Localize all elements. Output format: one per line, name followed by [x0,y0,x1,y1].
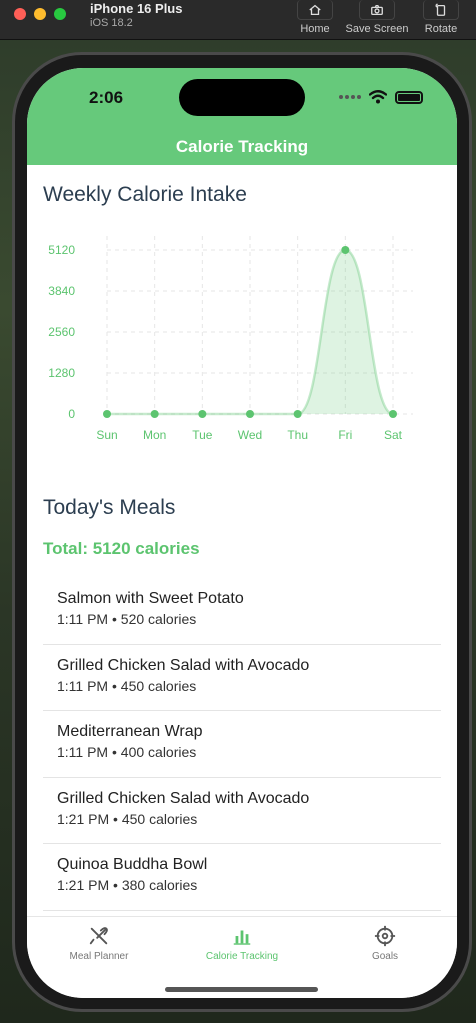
meal-meta: 1:21 PM • 450 calories [57,810,198,827]
tab-meal-planner-label: Meal Planner [69,951,129,962]
meal-list: Salmon with Sweet Potato 1:11 PM • 520 ca… [43,578,441,911]
camera-icon [371,4,383,15]
y-tick-label: 2560 [48,325,75,339]
meal-meta: 1:11 PM • 450 calories [57,677,197,694]
home-button-label: Home [300,23,330,35]
minimize-window-button[interactable] [34,8,46,20]
meal-item[interactable]: Salmon with Sweet Potato 1:11 PM • 520 ca… [43,578,441,645]
crosshair-icon [374,925,396,947]
meal-meta: 1:11 PM • 520 calories [57,611,197,627]
rotate-icon [435,2,446,16]
rotate-button[interactable]: Rotate [408,0,474,35]
device-name: iPhone 16 Plus [90,1,183,16]
zoom-window-button[interactable] [54,8,66,20]
tab-goals-label: Goals [371,951,399,962]
meal-item[interactable]: Grilled Chicken Salad with Avocado 1:11 P… [43,645,441,712]
simulator-toolbar: iPhone 16 Plus iOS 18.2 Home Save Screen… [0,0,476,40]
weekly-intake-title: Weekly Calorie Intake [43,183,247,206]
meal-name: Quinoa Buddha Bowl [57,856,208,874]
close-window-button[interactable] [14,8,26,20]
x-tick-label: Fri [338,428,352,442]
meal-item[interactable]: Grilled Chicken Salad with Avocado 1:21 P… [43,778,441,845]
app-header: 2:06 Calorie Tracking [27,68,457,165]
meal-name: Grilled Chicken Salad with Avocado [57,789,310,807]
x-tick-label: Tue [192,428,213,442]
dynamic-island [179,79,305,116]
x-tick-label: Mon [143,428,166,442]
data-point-fri [341,246,350,254]
signal-dots-icon [339,95,361,99]
tab-calorie-tracking[interactable]: Calorie Tracking [182,925,302,962]
save-screen-button[interactable]: Save Screen [344,0,410,35]
x-tick-label: Thu [287,428,308,442]
meal-item[interactable]: Mediterranean Wrap 1:11 PM • 400 calories [43,711,441,778]
data-point-mon [150,410,159,418]
meal-name: Salmon with Sweet Potato [57,590,244,607]
y-tick-label: 3840 [48,284,75,298]
meal-item[interactable]: Quinoa Buddha Bowl 1:21 PM • 380 calories [43,844,441,911]
home-indicator[interactable] [165,987,318,992]
x-tick-label: Sat [384,428,403,442]
y-tick-label: 0 [68,407,75,421]
meal-name: Grilled Chicken Salad with Avocado [57,656,310,674]
tab-goals[interactable]: Goals [325,925,445,962]
tab-bar: Meal Planner Calorie Tracking Goals [27,916,457,998]
tab-calorie-tracking-label: Calorie Tracking [205,951,279,962]
data-point-wed [246,410,254,418]
x-tick-label: Sun [96,428,117,442]
x-tick-label: Wed [238,428,262,442]
wifi-icon [369,90,387,104]
utensils-icon [89,927,108,945]
todays-meals-title: Today's Meals [43,496,176,519]
window-controls [14,8,66,20]
home-icon [309,4,321,15]
rotate-button-label: Rotate [424,23,458,35]
home-button[interactable]: Home [282,0,348,35]
data-point-tue [198,410,207,418]
weekly-chart-svg: 0 1280 2560 3840 5120 Sun Mon Tue Wed Thu Fri Sat [48,236,413,442]
simulator-title: iPhone 16 Plus iOS 18.2 [90,1,182,29]
data-point-sat [389,410,397,418]
data-point-thu [293,410,302,418]
status-icons [339,90,423,104]
os-version: iOS 18.2 [90,17,133,29]
battery-icon [395,90,423,104]
meal-meta: 1:21 PM • 380 calories [57,877,198,894]
status-time: 2:06 [89,88,124,107]
meal-name: Mediterranean Wrap [57,723,203,741]
nav-title: Calorie Tracking [175,137,309,156]
bar-chart-icon [233,930,251,945]
save-screen-button-label: Save Screen [345,23,409,35]
app-screen: 2:06 Calorie Tracking Weekly Calorie Int… [27,68,457,998]
tab-meal-planner[interactable]: Meal Planner [39,925,159,962]
total-calories: Total: 5120 calories [43,539,200,558]
weekly-chart: 0 1280 2560 3840 5120 Sun Mon Tue Wed Thu Fri Sat [27,218,457,458]
y-tick-label: 1280 [48,366,75,380]
y-tick-label: 5120 [48,243,75,257]
data-point-sun [103,410,111,418]
meal-meta: 1:11 PM • 400 calories [57,744,197,761]
